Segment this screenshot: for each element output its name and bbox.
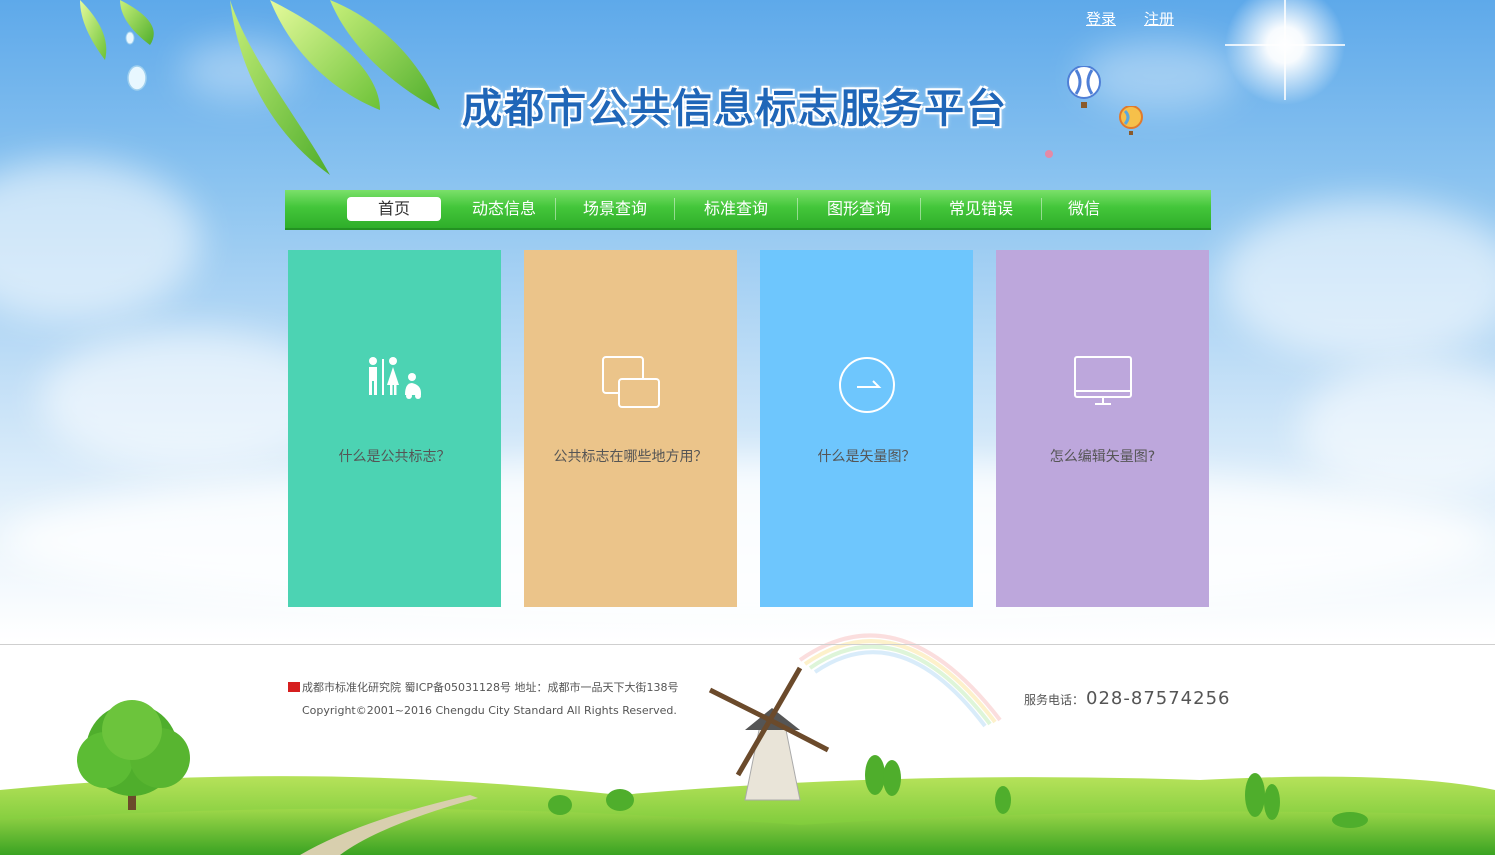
card-label: 什么是矢量图？: [817, 449, 916, 465]
windows-icon: [601, 356, 660, 408]
nav-item-standard-search[interactable]: 标准查询: [675, 197, 797, 221]
site-title: 成都市公共信息标志服务平台: [462, 85, 1008, 132]
nav-item-graphic-search[interactable]: 图形查询: [798, 197, 920, 221]
main-nav: 首页 动态信息 场景查询 标准查询 图形查询 常见错误 微信: [285, 190, 1211, 230]
small-balloon-icon: [1119, 106, 1143, 135]
card-how-to-edit[interactable]: 怎么编辑矢量图?: [996, 250, 1209, 607]
register-link[interactable]: 注册: [1144, 8, 1174, 29]
phone-number: 028-87574256: [1086, 688, 1231, 709]
phone-label: 服务电话：: [1024, 693, 1085, 707]
auth-links: 登录 注册: [1086, 8, 1174, 29]
leaves-decoration: [80, 0, 440, 175]
footer-org-line: 成都市标准化研究院 蜀ICP备05031128号 地址：成都市一品天下大街138…: [302, 681, 679, 694]
nav-item-scene-search[interactable]: 场景查询: [556, 197, 674, 221]
footer-info: 成都市标准化研究院 蜀ICP备05031128号 地址：成都市一品天下大街138…: [288, 679, 679, 717]
footer-divider: [0, 644, 1495, 645]
nav-item-wechat[interactable]: 微信: [1042, 197, 1126, 221]
card-what-is-vector[interactable]: 什么是矢量图？: [760, 250, 973, 607]
icp-badge-icon: [288, 682, 300, 692]
card-label: 什么是公共标志？: [338, 449, 451, 465]
nav-item-home[interactable]: 首页: [347, 197, 441, 221]
card-where-used[interactable]: 公共标志在哪些地方用？: [524, 250, 737, 607]
footer-copyright: Copyright©2001~2016 Chengdu City Standar…: [302, 704, 677, 717]
sun-decoration: [1225, 0, 1345, 105]
card-what-is-public-sign[interactable]: 什么是公共标志？: [288, 250, 501, 607]
card-label: 公共标志在哪些地方用？: [553, 449, 708, 465]
hot-air-balloon-icon: [1067, 66, 1101, 108]
feature-cards: 什么是公共标志？ 公共标志在哪些地方用？ 什么是矢量图？ 怎么编辑矢量图?: [288, 250, 1209, 607]
tiny-balloon-icon: [1045, 150, 1053, 158]
landscape-decoration: [0, 633, 1495, 855]
nav-item-news[interactable]: 动态信息: [453, 197, 555, 221]
arrow-circle-icon: [838, 357, 895, 413]
card-label: 怎么编辑矢量图?: [1049, 449, 1156, 465]
nav-item-common-errors[interactable]: 常见错误: [921, 197, 1041, 221]
login-link[interactable]: 登录: [1086, 8, 1116, 29]
restroom-icon: [368, 357, 421, 399]
monitor-icon: [1073, 356, 1132, 405]
service-phone: 服务电话： 028-87574256: [1024, 688, 1230, 709]
